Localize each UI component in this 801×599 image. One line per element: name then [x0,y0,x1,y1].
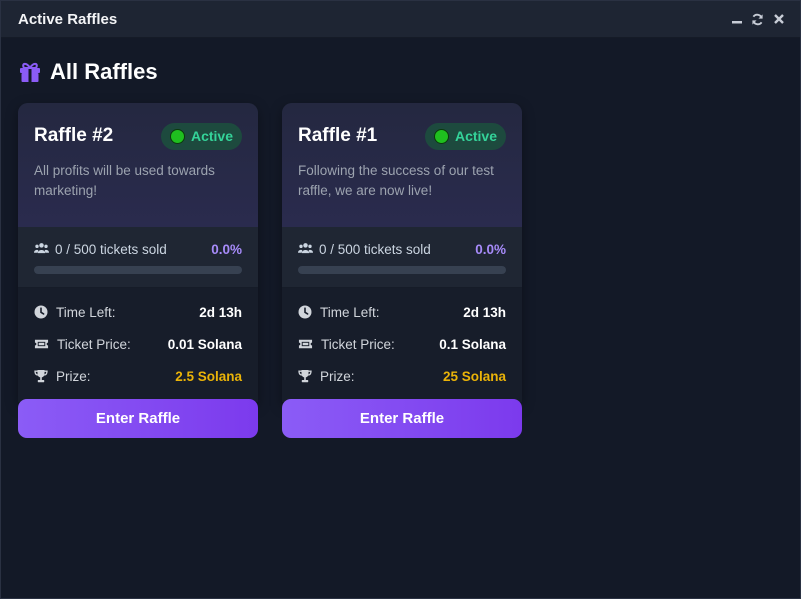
raffle-card-body: Raffle #2 Active All profits will be use… [18,103,258,402]
tickets-percent: 0.0% [211,241,242,257]
ticket-price-row: Ticket Price: 0.1 Solana [298,328,506,360]
raffle-card-body: Raffle #1 Active Following the success o… [282,103,522,402]
time-left-row: Time Left: 2d 13h [34,296,242,328]
ticket-icon [298,338,313,350]
raffle-card: Raffle #2 Active All profits will be use… [18,103,258,441]
trophy-icon [34,369,48,383]
prize-value: 2.5 Solana [175,368,242,384]
refresh-icon[interactable] [751,13,764,26]
tickets-sold: 0 / 500 tickets sold [55,241,167,257]
minimize-icon[interactable] [730,13,743,26]
prize-label: Prize: [56,368,91,384]
progress-bar [34,266,242,274]
time-left-value: 2d 13h [463,304,506,320]
gift-icon [18,60,42,84]
prize-row: Prize: 2.5 Solana [34,360,242,392]
time-left-row: Time Left: 2d 13h [298,296,506,328]
window-controls [730,13,785,26]
raffle-title: Raffle #1 [298,125,378,146]
clock-icon [298,305,312,319]
trophy-icon [298,369,312,383]
raffle-details: Time Left: 2d 13h Ticket Price: [282,288,522,402]
time-left-label: Time Left: [56,304,116,320]
status-dot-icon [433,128,449,144]
enter-raffle-button[interactable]: Enter Raffle [18,399,258,438]
progress-bar [298,266,506,274]
tickets-percent: 0.0% [475,241,506,257]
raffle-description: All profits will be used towards marketi… [34,163,215,198]
raffles-window: Active Raffles All Raffles Raffle #2 Act… [0,0,801,599]
ticket-progress: 0 / 500 tickets sold 0.0% [282,227,522,288]
raffle-card: Raffle #1 Active Following the success o… [282,103,522,441]
raffle-list: Raffle #2 Active All profits will be use… [18,103,783,441]
ticket-price-label: Ticket Price: [321,336,395,352]
clock-icon [34,305,48,319]
enter-raffle-button[interactable]: Enter Raffle [282,399,522,438]
window-title: Active Raffles [18,10,118,28]
page-title: All Raffles [50,59,158,84]
status-badge: Active [160,122,242,150]
ticket-price-row: Ticket Price: 0.01 Solana [34,328,242,360]
users-icon [298,242,313,257]
prize-row: Prize: 25 Solana [298,360,506,392]
prize-value: 25 Solana [442,368,506,384]
title-bar: Active Raffles [1,1,800,38]
status-dot-icon [169,128,185,144]
status-badge: Active [424,122,506,150]
page-heading: All Raffles [18,58,783,86]
ticket-icon [34,338,49,350]
status-label: Active [190,128,233,144]
time-left-value: 2d 13h [199,304,242,320]
raffle-details: Time Left: 2d 13h Ticket Price: [18,288,258,402]
ticket-price-label: Ticket Price: [57,336,131,352]
raffle-card-header: Raffle #1 Active Following the success o… [282,103,522,227]
main-content: All Raffles Raffle #2 Active All profits [1,38,800,461]
ticket-price-value: 0.01 Solana [167,336,242,352]
users-icon [34,242,49,257]
tickets-sold: 0 / 500 tickets sold [319,241,431,257]
ticket-price-value: 0.1 Solana [439,336,506,352]
raffle-description: Following the success of our test raffle… [298,163,494,198]
close-icon[interactable] [772,13,785,26]
raffle-title: Raffle #2 [34,125,114,146]
prize-label: Prize: [320,368,355,384]
time-left-label: Time Left: [320,304,380,320]
ticket-progress: 0 / 500 tickets sold 0.0% [18,227,258,288]
status-label: Active [454,128,497,144]
raffle-card-header: Raffle #2 Active All profits will be use… [18,103,258,227]
